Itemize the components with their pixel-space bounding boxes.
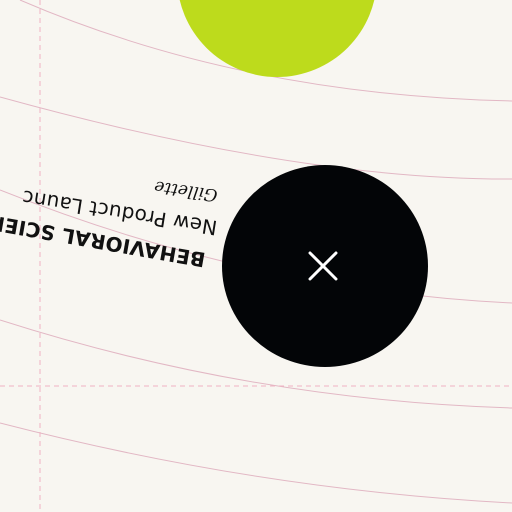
close-icon[interactable] xyxy=(300,243,346,289)
arc-guide-2 xyxy=(0,96,512,180)
canvas: Gillette New Product Launc BEHAVIORAL SC… xyxy=(0,0,512,512)
close-button[interactable] xyxy=(300,243,346,289)
arc-guide-5 xyxy=(0,422,512,504)
